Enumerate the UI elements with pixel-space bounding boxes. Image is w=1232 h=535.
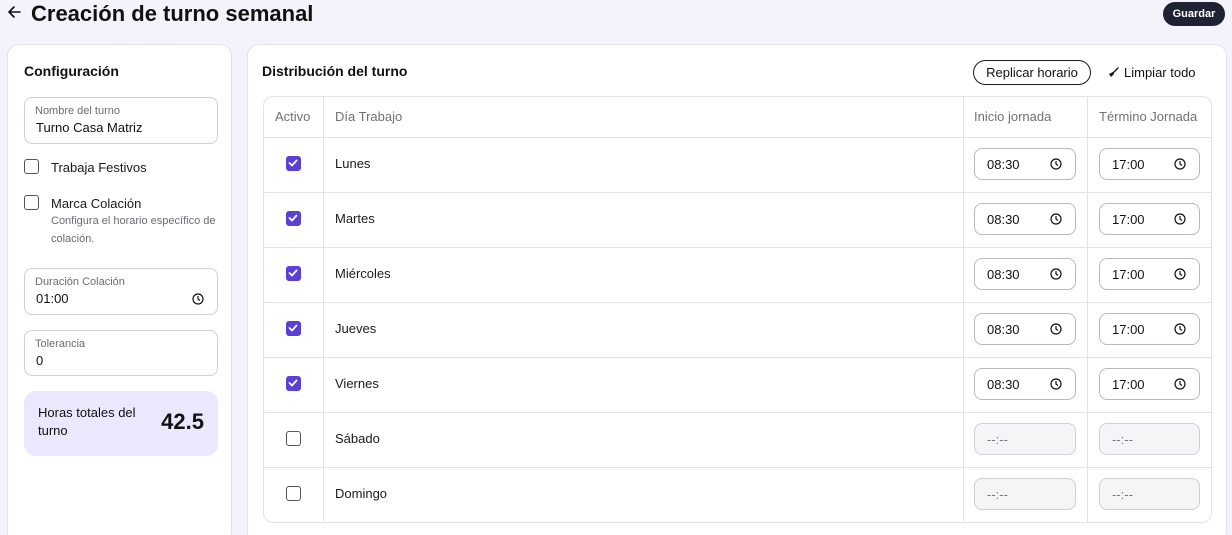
day-label: Miércoles bbox=[335, 266, 391, 281]
start-time-input[interactable]: 08:30 bbox=[974, 148, 1076, 180]
shift-name-value: Turno Casa Matriz bbox=[36, 120, 143, 135]
table-row: Martes 08:30 17:00 bbox=[264, 192, 1211, 247]
total-hours-box: Horas totales del turno 42.5 bbox=[24, 391, 218, 456]
start-time-input[interactable]: --:-- bbox=[974, 478, 1076, 510]
save-button[interactable]: Guardar bbox=[1163, 2, 1225, 26]
schedule-table: Activo Día Trabajo Inicio jornada Términ… bbox=[263, 96, 1212, 523]
active-checkbox[interactable] bbox=[286, 431, 301, 446]
lunch-duration-label: Duración Colación bbox=[35, 276, 125, 288]
column-header-start: Inicio jornada bbox=[974, 109, 1052, 124]
table-row: Domingo --:-- --:-- bbox=[264, 467, 1211, 522]
shift-name-label: Nombre del turno bbox=[35, 105, 120, 117]
end-time-input[interactable]: 17:00 bbox=[1099, 258, 1200, 290]
start-time-value: 08:30 bbox=[987, 212, 1020, 227]
start-time-value: 08:30 bbox=[987, 267, 1020, 282]
tolerance-value: 0 bbox=[36, 353, 44, 368]
clear-all-button[interactable]: Limpiar todo bbox=[1108, 60, 1196, 85]
table-row: Sábado --:-- --:-- bbox=[264, 412, 1211, 467]
total-hours-value: 42.5 bbox=[161, 409, 204, 434]
start-time-value: 08:30 bbox=[987, 377, 1020, 392]
start-time-value: 08:30 bbox=[987, 157, 1020, 172]
end-time-input[interactable]: --:-- bbox=[1099, 423, 1200, 455]
day-label: Lunes bbox=[335, 156, 371, 171]
holidays-label: Trabaja Festivos bbox=[51, 160, 147, 175]
lunch-duration-field[interactable]: Duración Colación 01:00 bbox=[24, 268, 218, 315]
tolerance-label: Tolerancia bbox=[35, 338, 86, 350]
table-row: Jueves 08:30 17:00 bbox=[264, 302, 1211, 357]
end-time-input[interactable]: 17:00 bbox=[1099, 148, 1200, 180]
back-arrow-icon[interactable] bbox=[6, 3, 22, 21]
end-time-value: 17:00 bbox=[1112, 322, 1145, 337]
column-header-end: Término Jornada bbox=[1099, 109, 1198, 124]
lunch-mark-label: Marca Colación bbox=[51, 196, 142, 211]
broom-icon bbox=[1109, 67, 1119, 77]
column-header-active: Activo bbox=[275, 109, 311, 124]
replicate-schedule-button[interactable]: Replicar horario bbox=[973, 60, 1091, 85]
lunch-duration-value: 01:00 bbox=[36, 291, 69, 306]
distribution-card: Distribución del turno Replicar horario … bbox=[247, 44, 1227, 535]
start-time-value: --:-- bbox=[987, 487, 1008, 502]
active-checkbox[interactable] bbox=[286, 266, 301, 281]
clock-icon[interactable] bbox=[192, 293, 204, 305]
active-checkbox[interactable] bbox=[286, 211, 301, 226]
table-row: Viernes 08:30 17:00 bbox=[264, 357, 1211, 412]
holidays-checkbox[interactable] bbox=[24, 159, 39, 174]
clock-icon[interactable] bbox=[1050, 213, 1062, 225]
clock-icon[interactable] bbox=[1174, 323, 1186, 335]
active-checkbox[interactable] bbox=[286, 321, 301, 336]
active-checkbox[interactable] bbox=[286, 156, 301, 171]
end-time-input[interactable]: --:-- bbox=[1099, 478, 1200, 510]
lunch-mark-description: Configura el horario específico de colac… bbox=[51, 215, 216, 245]
column-header-day: Día Trabajo bbox=[335, 109, 403, 124]
shift-name-field[interactable]: Nombre del turno Turno Casa Matriz bbox=[24, 97, 218, 144]
end-time-value: 17:00 bbox=[1112, 267, 1145, 282]
clock-icon[interactable] bbox=[1174, 158, 1186, 170]
active-checkbox[interactable] bbox=[286, 486, 301, 501]
start-time-value: --:-- bbox=[987, 432, 1008, 447]
end-time-value: 17:00 bbox=[1112, 212, 1145, 227]
end-time-value: --:-- bbox=[1112, 432, 1133, 447]
start-time-input[interactable]: 08:30 bbox=[974, 313, 1076, 345]
tolerance-field[interactable]: Tolerancia 0 bbox=[24, 330, 218, 376]
end-time-input[interactable]: 17:00 bbox=[1099, 368, 1200, 400]
clock-icon[interactable] bbox=[1050, 323, 1062, 335]
clock-icon[interactable] bbox=[1050, 268, 1062, 280]
day-label: Martes bbox=[335, 211, 375, 226]
end-time-value: 17:00 bbox=[1112, 377, 1145, 392]
active-checkbox[interactable] bbox=[286, 376, 301, 391]
day-label: Domingo bbox=[335, 486, 388, 501]
distribution-title: Distribución del turno bbox=[262, 63, 408, 79]
start-time-input[interactable]: 08:30 bbox=[974, 258, 1076, 290]
start-time-input[interactable]: 08:30 bbox=[974, 203, 1076, 235]
end-time-input[interactable]: 17:00 bbox=[1099, 203, 1200, 235]
end-time-value: --:-- bbox=[1112, 487, 1133, 502]
start-time-input[interactable]: --:-- bbox=[974, 423, 1076, 455]
day-label: Jueves bbox=[335, 321, 377, 336]
lunch-mark-checkbox[interactable] bbox=[24, 195, 39, 210]
top-bar: Creación de turno semanal Guardar bbox=[0, 0, 1232, 30]
table-row: Miércoles 08:30 17:00 bbox=[264, 247, 1211, 302]
table-row: Lunes 08:30 17:00 bbox=[264, 137, 1211, 192]
page-title: Creación de turno semanal bbox=[31, 1, 314, 26]
clock-icon[interactable] bbox=[1174, 378, 1186, 390]
config-card: Configuración Nombre del turno Turno Cas… bbox=[7, 44, 232, 535]
clock-icon[interactable] bbox=[1174, 213, 1186, 225]
clock-icon[interactable] bbox=[1050, 158, 1062, 170]
end-time-value: 17:00 bbox=[1112, 157, 1145, 172]
config-title: Configuración bbox=[24, 63, 119, 79]
start-time-input[interactable]: 08:30 bbox=[974, 368, 1076, 400]
start-time-value: 08:30 bbox=[987, 322, 1020, 337]
clear-all-label: Limpiar todo bbox=[1124, 65, 1196, 80]
total-hours-label: Horas totales del turno bbox=[38, 405, 136, 438]
end-time-input[interactable]: 17:00 bbox=[1099, 313, 1200, 345]
clock-icon[interactable] bbox=[1050, 378, 1062, 390]
clock-icon[interactable] bbox=[1174, 268, 1186, 280]
day-label: Viernes bbox=[335, 376, 379, 391]
day-label: Sábado bbox=[335, 431, 380, 446]
